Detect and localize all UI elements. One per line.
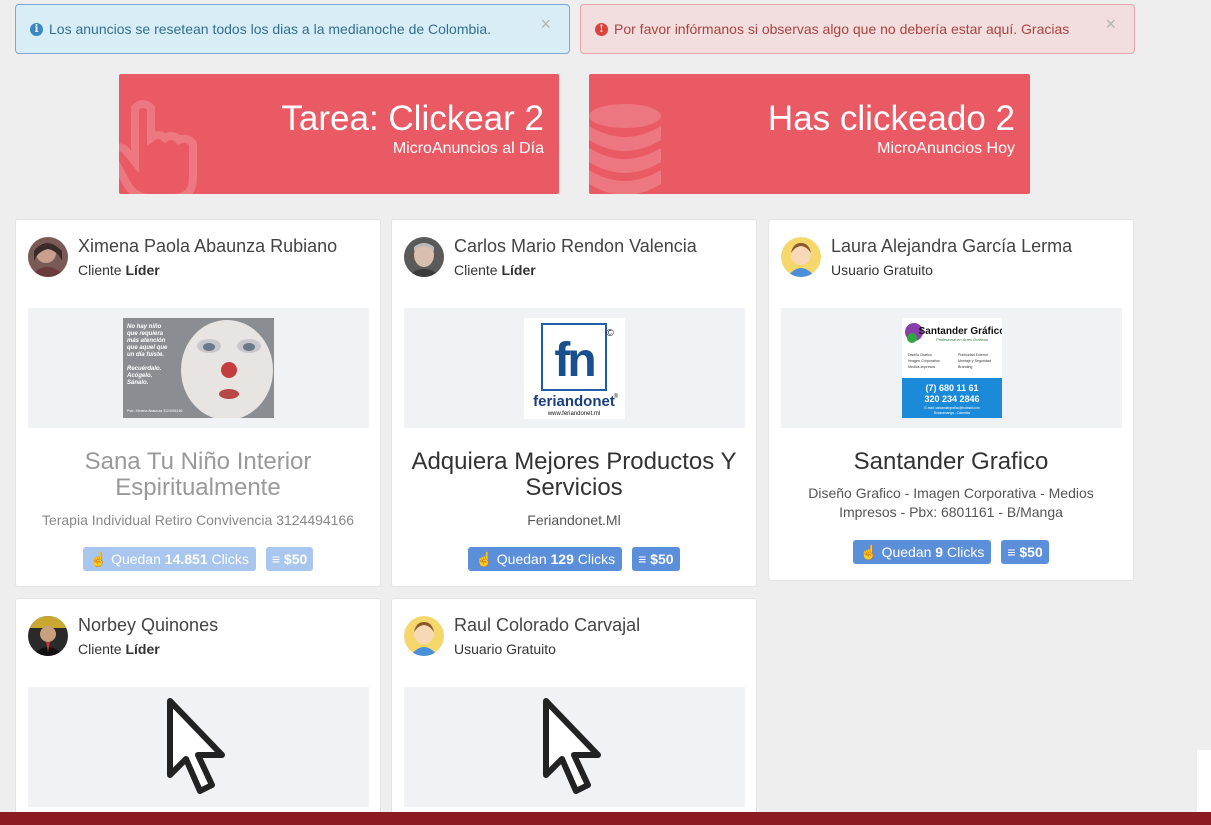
advertiser-name: Laura Alejandra García Lerma [831, 236, 1073, 256]
ad-title: Sana Tu Niño Interior Espiritualmente [84, 448, 312, 501]
clicked-stat-box: Has clickeado 2 MicroAnuncios Hoy [589, 74, 1030, 194]
svg-text:que requiera: que requiera [127, 331, 164, 337]
advertiser-role: Cliente Líder [454, 262, 536, 278]
svg-text:®: ® [614, 393, 619, 400]
ad-card[interactable]: Ximena Paola Abaunza Rubiano Cliente Líd… [15, 219, 381, 587]
ad-title: Adquiera Mejores Productos Y Servicios [411, 448, 737, 501]
svg-text:Publicidad Exterior: Publicidad Exterior [958, 353, 989, 357]
svg-text:Santander Gráfico: Santander Gráfico [918, 326, 1001, 337]
avatar [781, 237, 821, 277]
ad-description: Diseño Grafico - Imagen Corporativa - Me… [808, 485, 1094, 520]
danger-alert-text: Por favor infórmanos si observas algo qu… [614, 21, 1070, 37]
ad-badges: ☝ Quedan 129 Clicks ≡ $50 [392, 547, 756, 571]
svg-text:E-mail: santandergrafico@hotma: E-mail: santandergrafico@hotmail.com [924, 406, 979, 410]
advertiser-name: Raul Colorado Carvajal [454, 615, 641, 635]
svg-text:que aquel que: que aquel que [127, 345, 168, 351]
ad-card[interactable]: Norbey Quinones Cliente Líder [15, 598, 381, 825]
svg-text:Imagen Corporativa: Imagen Corporativa [908, 359, 940, 363]
advertiser-role: Cliente Líder [78, 262, 160, 278]
svg-text:Montaje y Seguridad: Montaje y Seguridad [958, 359, 991, 363]
ad-image-container[interactable] [28, 687, 369, 807]
avatar [404, 616, 444, 656]
avatar [404, 237, 444, 277]
hand-pointer-icon: ☝ [860, 544, 878, 560]
ad-image-container[interactable]: fn © feriandonet ® www.feriandonet.ml [404, 308, 745, 428]
svg-text:Sánalo.: Sánalo. [127, 380, 149, 386]
ad-card[interactable]: Laura Alejandra García Lerma Usuario Gra… [768, 219, 1134, 581]
clicks-remaining-button[interactable]: ☝ Quedan 9 Clicks [853, 540, 992, 564]
side-panel-edge [1197, 750, 1211, 812]
avatar [28, 616, 68, 656]
svg-text:Medios impresos: Medios impresos [908, 365, 935, 369]
info-alert-close-button[interactable]: × [540, 14, 551, 35]
svg-text:más atención: más atención [127, 338, 166, 344]
svg-text:Branding: Branding [958, 365, 972, 369]
svg-text:©: © [606, 328, 614, 339]
advertiser-role: Cliente Líder [78, 641, 160, 657]
ad-title: Santander Grafico [853, 448, 1049, 475]
svg-text:(7) 680 11 61: (7) 680 11 61 [925, 383, 978, 393]
svg-text:un día fuiste.: un día fuiste. [127, 352, 164, 358]
reward-badge: ≡ $50 [265, 547, 314, 571]
advertiser-name: Ximena Paola Abaunza Rubiano [78, 236, 338, 256]
info-circle-icon: i [30, 22, 43, 36]
ad-image: Santander Gráfico Profesional en Artes G… [901, 318, 1002, 418]
advertiser-name: Carlos Mario Rendon Valencia [454, 236, 697, 256]
danger-alert: ! Por favor infórmanos si observas algo … [580, 4, 1135, 54]
hand-pointer-icon: ☝ [475, 551, 493, 567]
database-icon: ≡ [638, 551, 647, 567]
ad-badges: ☝ Quedan 9 Clicks ≡ $50 [769, 540, 1133, 564]
cursor-placeholder-icon [542, 698, 601, 794]
info-alert-text: Los anuncios se resetean todos los dias … [49, 21, 492, 37]
svg-text:Profesional en Artes Gráficas: Profesional en Artes Gráficas [936, 337, 988, 342]
database-icon [589, 104, 661, 194]
danger-alert-close-button[interactable]: × [1105, 14, 1116, 35]
clicks-remaining-button[interactable]: ☝ Quedan 129 Clicks [468, 547, 623, 571]
database-icon: ≡ [271, 551, 281, 567]
ad-badges: ☝ Quedan 14.851 Clicks ≡ $50 [16, 547, 380, 571]
exclamation-circle-icon: ! [595, 22, 608, 36]
clicks-remaining-button[interactable]: ☝ Quedan 14.851 Clicks [82, 547, 256, 571]
ad-description: Feriandonet.Ml [527, 512, 621, 528]
task-stat-box: Tarea: Clickear 2 MicroAnuncios al Día [119, 74, 559, 194]
ad-image-container[interactable]: Santander Gráfico Profesional en Artes G… [781, 308, 1122, 428]
svg-text:fn: fn [554, 334, 594, 387]
cursor-placeholder-icon [166, 698, 225, 794]
ad-image: fn © feriandonet ® www.feriandonet.ml [524, 317, 625, 419]
footer-bar [0, 812, 1211, 825]
ad-image-container[interactable] [404, 687, 745, 807]
hand-pointer-icon: ☝ [89, 551, 108, 567]
avatar [28, 237, 68, 277]
ad-card[interactable]: Carlos Mario Rendon Valencia Cliente Líd… [391, 219, 757, 587]
svg-text:www.feriandonet.ml: www.feriandonet.ml [547, 411, 600, 417]
svg-text:Psic. Ximena Abaunza 312449416: Psic. Ximena Abaunza 3124494166 [127, 409, 183, 413]
svg-text:Recuérdalo.: Recuérdalo. [127, 366, 162, 372]
svg-text:Diseño Grafico: Diseño Grafico [908, 353, 932, 357]
ad-card[interactable]: Raul Colorado Carvajal Usuario Gratuito [391, 598, 757, 825]
svg-text:Bucaramanga - Colombia: Bucaramanga - Colombia [933, 411, 969, 415]
svg-text:feriandonet: feriandonet [533, 393, 615, 410]
svg-text:Acógelo.: Acógelo. [126, 373, 153, 379]
advertiser-role: Usuario Gratuito [831, 262, 933, 278]
info-alert: i Los anuncios se resetean todos los dia… [15, 4, 570, 54]
advertiser-role: Usuario Gratuito [454, 641, 556, 657]
ad-image-container[interactable]: No hay niño que requiera más atención qu… [28, 308, 369, 428]
hand-pointer-icon [119, 100, 197, 194]
advertiser-name: Norbey Quinones [78, 615, 219, 635]
ad-description: Terapia Individual Retiro Convivencia 31… [41, 512, 355, 528]
svg-text:320 234 2846: 320 234 2846 [924, 394, 979, 404]
reward-badge: ≡ $50 [1001, 540, 1049, 564]
reward-badge: ≡ $50 [632, 547, 680, 571]
database-icon: ≡ [1007, 544, 1016, 560]
svg-text:No hay niño: No hay niño [127, 324, 162, 330]
ad-image: No hay niño que requiera más atención qu… [123, 318, 274, 418]
